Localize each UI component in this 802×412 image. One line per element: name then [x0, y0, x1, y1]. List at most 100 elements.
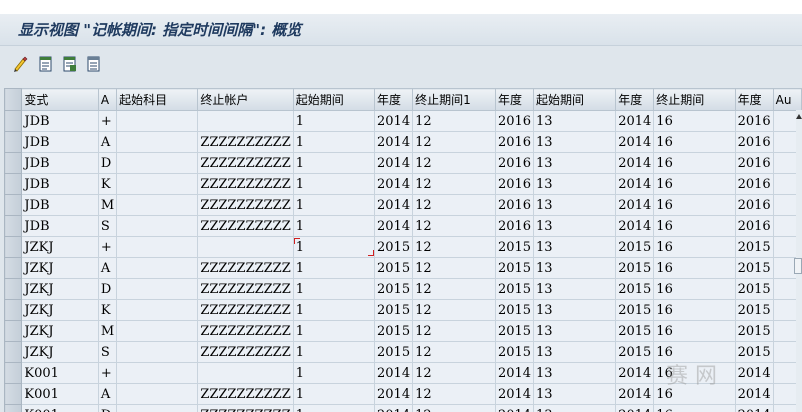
cell-year-4[interactable]: 2016	[734, 194, 774, 216]
cell-year-1[interactable]: 2015	[373, 320, 414, 342]
cell-year-1[interactable]: 2014	[373, 110, 414, 132]
cell-from-account[interactable]	[116, 236, 199, 258]
table-row[interactable]: JZKJ K ZZZZZZZZZZ 1 2015 12 2015 13 2015 16 2015	[4, 299, 802, 321]
cell-from-period-1[interactable]: 1	[292, 404, 376, 412]
cell-to-period-2[interactable]: 16	[653, 110, 736, 132]
cell-to-period-1[interactable]: 12	[412, 173, 496, 195]
cell-year-2[interactable]: 2014	[494, 362, 535, 384]
cell-to-account[interactable]: ZZZZZZZZZZ	[197, 257, 294, 279]
cell-from-period-2[interactable]: 13	[533, 383, 617, 405]
cell-year-4[interactable]: 2015	[734, 320, 774, 342]
cell-year-3[interactable]: 2014	[615, 131, 655, 153]
cell-from-account[interactable]	[116, 131, 199, 153]
cell-from-account[interactable]	[116, 383, 199, 405]
cell-to-period-1[interactable]: 12	[412, 299, 496, 321]
cell-a[interactable]: M	[97, 194, 118, 216]
col-header-from-account[interactable]: 起始科目	[116, 88, 199, 111]
cell-to-period-2[interactable]: 16	[653, 257, 736, 279]
cell-to-period-1[interactable]: 12	[412, 257, 496, 279]
cell-to-account[interactable]: ZZZZZZZZZZ	[197, 341, 294, 363]
scrollbar-thumb[interactable]	[794, 258, 802, 274]
cell-to-period-1[interactable]: 12	[412, 383, 496, 405]
cell-a[interactable]: S	[97, 341, 118, 363]
cell-from-period-1[interactable]: 1	[292, 215, 376, 237]
cell-from-period-2[interactable]: 13	[533, 110, 617, 132]
table-row[interactable]: JZKJ A ZZZZZZZZZZ 1 2015 12 2015 13 2015 16 2015	[4, 257, 802, 279]
cell-year-2[interactable]: 2016	[494, 215, 535, 237]
cell-from-period-2[interactable]: 13	[533, 215, 617, 237]
row-selector[interactable]	[4, 383, 23, 405]
cell-variant[interactable]: K001	[21, 362, 99, 384]
row-selector[interactable]	[4, 278, 23, 300]
cell-variant[interactable]: JDB	[21, 152, 99, 174]
cell-to-account[interactable]: ZZZZZZZZZZ	[197, 215, 294, 237]
cell-to-period-1[interactable]: 12	[412, 131, 496, 153]
cell-to-account[interactable]: ZZZZZZZZZZ	[197, 194, 294, 216]
cell-year-4[interactable]: 2016	[734, 215, 774, 237]
col-header-au[interactable]: Au	[772, 88, 802, 111]
cell-to-period-1[interactable]: 12	[412, 194, 496, 216]
row-selector[interactable]	[4, 341, 23, 363]
cell-year-3[interactable]: 2014	[615, 215, 655, 237]
list-doc-icon[interactable]	[37, 55, 55, 73]
table-row[interactable]: K001 A ZZZZZZZZZZ 1 2014 12 2014 13 2014 16 2014	[4, 383, 802, 405]
row-selector[interactable]	[4, 404, 23, 412]
cell-from-period-1[interactable]: 1	[292, 299, 376, 321]
cell-to-account[interactable]: ZZZZZZZZZZ	[197, 152, 294, 174]
cell-from-period-1[interactable]: 1	[292, 362, 376, 384]
cell-from-period-1[interactable]: 1	[292, 257, 376, 279]
cell-to-period-1[interactable]: 12	[412, 215, 496, 237]
cell-year-3[interactable]: 2015	[615, 341, 655, 363]
table-row[interactable]: JZKJ S ZZZZZZZZZZ 1 2015 12 2015 13 2015 16 2015	[4, 341, 802, 363]
cell-to-period-1[interactable]: 12	[412, 152, 496, 174]
cell-from-period-2[interactable]: 13	[533, 404, 617, 412]
row-selector[interactable]	[4, 257, 23, 279]
cell-to-period-2[interactable]: 16	[653, 152, 736, 174]
cell-from-period-2[interactable]: 13	[533, 362, 617, 384]
cell-from-account[interactable]	[116, 320, 199, 342]
cell-year-2[interactable]: 2015	[494, 341, 535, 363]
table-row[interactable]: K001DZZZZZZZZZZ12014122014132014162014	[4, 404, 802, 412]
cell-year-1[interactable]: 2014	[373, 194, 414, 216]
cell-a[interactable]: D	[97, 152, 118, 174]
cell-variant[interactable]: JDB	[21, 215, 99, 237]
cell-to-period-2[interactable]: 16	[653, 173, 736, 195]
cell-to-period-2[interactable]: 16	[653, 362, 736, 384]
cell-variant[interactable]: JZKJ	[21, 278, 99, 300]
cell-year-4[interactable]: 2015	[734, 236, 774, 258]
cell-year-1[interactable]: 2015	[373, 257, 414, 279]
cell-year-2[interactable]: 2016	[494, 173, 535, 195]
cell-to-account[interactable]: ZZZZZZZZZZ	[197, 404, 294, 412]
cell-a[interactable]: +	[97, 110, 118, 132]
cell-year-2[interactable]: 2015	[494, 320, 535, 342]
cell-year-2[interactable]: 2014	[494, 383, 535, 405]
cell-to-period-1[interactable]: 12	[412, 236, 496, 258]
cell-year-2[interactable]: 2016	[494, 110, 535, 132]
cell-variant[interactable]: K001	[21, 404, 99, 412]
cell-to-account[interactable]: ZZZZZZZZZZ	[197, 383, 294, 405]
cell-to-period-1[interactable]: 12	[412, 362, 496, 384]
cell-from-account[interactable]	[116, 278, 199, 300]
col-header-to-period-1[interactable]: 终止期间1	[412, 88, 496, 111]
cell-year-4[interactable]: 2016	[734, 131, 774, 153]
cell-a[interactable]: +	[97, 236, 118, 258]
col-header-a[interactable]: A	[97, 88, 118, 111]
cell-year-3[interactable]: 2014	[615, 173, 655, 195]
cell-to-period-1[interactable]: 12	[412, 341, 496, 363]
cell-to-period-2[interactable]: 16	[653, 383, 736, 405]
cell-a[interactable]: A	[97, 131, 118, 153]
cell-variant[interactable]: K001	[21, 383, 99, 405]
cell-to-account[interactable]	[197, 362, 294, 384]
cell-from-account[interactable]	[116, 173, 199, 195]
cell-year-1[interactable]: 2014	[373, 131, 414, 153]
col-header-to-account[interactable]: 终止帐户	[197, 88, 294, 111]
col-header-to-period-2[interactable]: 终止期间	[653, 88, 736, 111]
cell-to-account[interactable]	[197, 110, 294, 132]
cell-a[interactable]: M	[97, 320, 118, 342]
cell-a[interactable]: A	[97, 257, 118, 279]
row-selector[interactable]	[4, 362, 23, 384]
cell-year-2[interactable]: 2015	[494, 257, 535, 279]
cell-from-period-1[interactable]: 1	[292, 236, 376, 258]
cell-to-account[interactable]	[197, 236, 294, 258]
cell-variant[interactable]: JZKJ	[21, 341, 99, 363]
